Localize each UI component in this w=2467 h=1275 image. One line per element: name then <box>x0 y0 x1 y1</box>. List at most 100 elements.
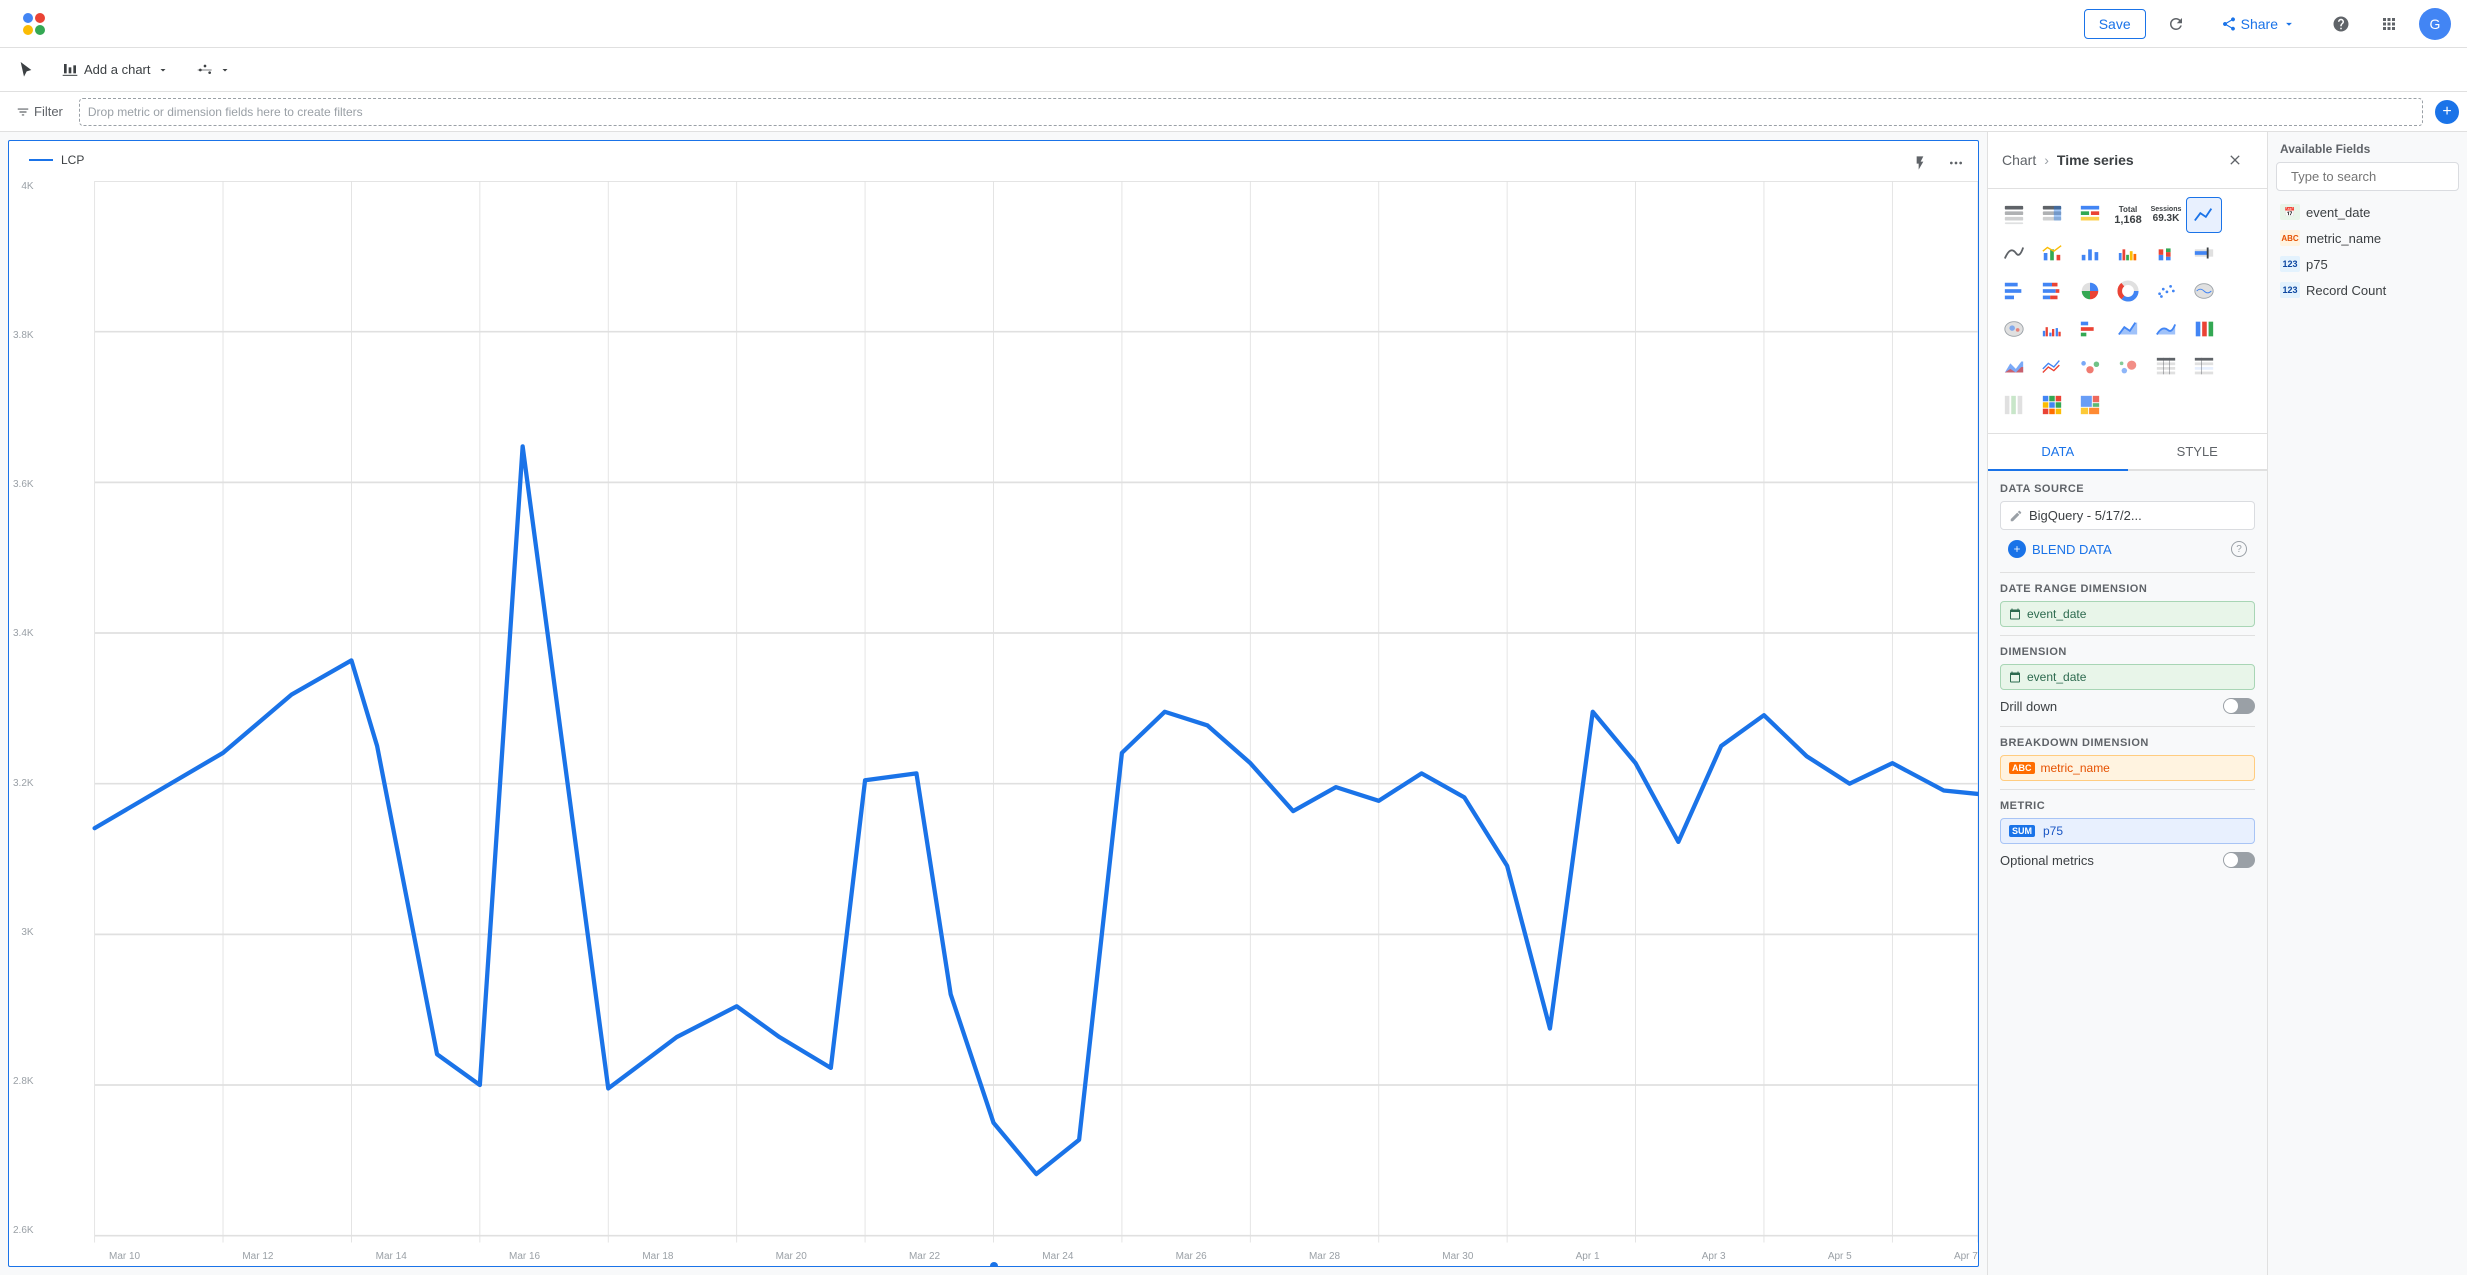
metric-field-chip[interactable]: SUM p75 <box>2000 818 2255 844</box>
field-name-p75: p75 <box>2306 257 2328 272</box>
x-label-apr5: Apr 5 <box>1828 1251 1852 1262</box>
chart-type-scatter2[interactable] <box>2072 349 2108 385</box>
chart-type-map-bubble[interactable] <box>1996 311 2032 347</box>
chart-type-area-smooth[interactable] <box>2148 311 2184 347</box>
chart-type-treemap[interactable] <box>2072 387 2108 423</box>
chart-type-bar[interactable] <box>2072 235 2108 271</box>
field-type-rbc-icon: ABC <box>2280 230 2300 246</box>
chart-type-pie[interactable] <box>2072 273 2108 309</box>
help-button[interactable] <box>2323 6 2359 42</box>
chart-type-bar-norm[interactable] <box>2186 311 2222 347</box>
add-chart-button[interactable]: Add a chart <box>52 57 179 83</box>
logo <box>16 6 52 42</box>
chart-type-table-total[interactable] <box>2034 197 2070 233</box>
chart-type-multi-bar[interactable] <box>2110 235 2146 271</box>
dimension-field-chip[interactable]: event_date <box>2000 664 2255 690</box>
chart-type-combo[interactable] <box>2034 235 2070 271</box>
filter-add-button[interactable]: + <box>2435 100 2459 124</box>
divider-2 <box>2000 635 2255 636</box>
fields-list: 📅 event_date ABC metric_name 123 p75 123… <box>2268 199 2467 1275</box>
optional-metrics-toggle[interactable] <box>2223 852 2255 868</box>
panel-close-button[interactable] <box>2217 142 2253 178</box>
refresh-button[interactable] <box>2158 6 2194 42</box>
x-label-mar14: Mar 14 <box>376 1251 407 1262</box>
resize-handle-bottom[interactable] <box>974 1262 1014 1267</box>
chart-type-table-heat[interactable] <box>2072 197 2108 233</box>
breakdown-field-chip[interactable]: ABC metric_name <box>2000 755 2255 781</box>
tab-style[interactable]: STYLE <box>2128 434 2268 469</box>
chart-type-stacked-bar[interactable] <box>2148 235 2184 271</box>
drill-down-row: Drill down <box>2000 694 2255 718</box>
user-avatar[interactable]: G <box>2419 8 2451 40</box>
field-item-record-count[interactable]: 123 Record Count <box>2276 277 2459 303</box>
chart-type-area[interactable] <box>2110 311 2146 347</box>
blend-help-icon[interactable]: ? <box>2231 541 2247 557</box>
field-item-p75[interactable]: 123 p75 <box>2276 251 2459 277</box>
chart-type-scatter[interactable] <box>2148 273 2184 309</box>
chart-type-row-3 <box>1996 273 2259 309</box>
chart-type-table2[interactable] <box>2148 349 2184 385</box>
right-panel: Chart › Time series <box>1987 132 2267 1275</box>
metric-label: Metric <box>2000 800 2255 812</box>
share-label: Share <box>2241 16 2278 32</box>
drill-down-toggle[interactable] <box>2223 698 2255 714</box>
main-layout: LCP 4K 3.8K 3.6K 3.4K 3.2K 3K 2.8K <box>0 132 2467 1275</box>
tab-data[interactable]: DATA <box>1988 434 2128 469</box>
lightning-button[interactable] <box>1906 149 1934 177</box>
x-label-mar30: Mar 30 <box>1442 1251 1473 1262</box>
chart-container[interactable]: LCP 4K 3.8K 3.6K 3.4K 3.2K 3K 2.8K <box>8 140 1979 1267</box>
chart-type-table3[interactable] <box>2186 349 2222 385</box>
chart-type-bullet[interactable] <box>2186 235 2222 271</box>
controls-button[interactable] <box>187 57 241 83</box>
chart-type-bar-stacked-h[interactable] <box>2034 273 2070 309</box>
chart-type-row-1: Total 1,168 Sessions 69.3K <box>1996 197 2259 233</box>
panel-content: Data source BigQuery - 5/17/2... BLEND D… <box>1988 471 2267 1275</box>
chart-type-smooth-line[interactable] <box>1996 235 2032 271</box>
date-range-dimension-label: Date Range Dimension <box>2000 583 2255 595</box>
panel-subtitle: Time series <box>2057 152 2134 168</box>
optional-metrics-label: Optional metrics <box>2000 853 2094 868</box>
field-item-event-date[interactable]: 📅 event_date <box>2276 199 2459 225</box>
add-chart-label: Add a chart <box>84 62 151 77</box>
chart-type-scorecard-total[interactable]: Total 1,168 <box>2110 197 2146 233</box>
chart-type-bar-side[interactable] <box>2072 311 2108 347</box>
search-input[interactable] <box>2291 169 2467 184</box>
chart-type-area-filled[interactable] <box>1996 349 2032 385</box>
chart-type-table[interactable] <box>1996 197 2032 233</box>
save-button[interactable]: Save <box>2084 9 2146 39</box>
field-item-metric-name[interactable]: ABC metric_name <box>2276 225 2459 251</box>
select-tool-button[interactable] <box>8 57 44 83</box>
filter-drop-text: Drop metric or dimension fields here to … <box>88 105 363 119</box>
chart-type-row-2 <box>1996 235 2259 271</box>
legend-line <box>29 159 53 161</box>
chart-type-bubble[interactable] <box>2110 349 2146 385</box>
chart-type-bar-h[interactable] <box>1996 273 2032 309</box>
blend-data-label: BLEND DATA <box>2032 542 2112 557</box>
chart-type-map-geo[interactable] <box>2186 273 2222 309</box>
data-source-row[interactable]: BigQuery - 5/17/2... <box>2000 501 2255 530</box>
top-nav: Save Share G <box>0 0 2467 48</box>
chart-type-row-5 <box>1996 349 2259 385</box>
chart-type-donut[interactable] <box>2110 273 2146 309</box>
grid-button[interactable] <box>2371 6 2407 42</box>
filter-drop-zone[interactable]: Drop metric or dimension fields here to … <box>79 98 2423 126</box>
chart-type-scorecard-sessions[interactable]: Sessions 69.3K <box>2148 197 2184 233</box>
blend-data-row[interactable]: BLEND DATA ? <box>2000 534 2255 564</box>
chart-area: LCP 4K 3.8K 3.6K 3.4K 3.2K 3K 2.8K <box>0 132 1987 1275</box>
chart-type-heatmap[interactable] <box>2034 387 2070 423</box>
filter-bar: Filter Drop metric or dimension fields h… <box>0 92 2467 132</box>
chart-type-line-multi[interactable] <box>2034 349 2070 385</box>
x-label-apr1: Apr 1 <box>1576 1251 1600 1262</box>
field-type-123-icon-2: 123 <box>2280 282 2300 298</box>
field-name-record-count: Record Count <box>2306 283 2386 298</box>
x-label-mar16: Mar 16 <box>509 1251 540 1262</box>
date-range-field-chip[interactable]: event_date <box>2000 601 2255 627</box>
chart-type-bar-grouped[interactable] <box>2034 311 2070 347</box>
x-label-mar28: Mar 28 <box>1309 1251 1340 1262</box>
x-label-mar10: Mar 10 <box>109 1251 140 1262</box>
chart-type-table4[interactable] <box>1996 387 2032 423</box>
chart-type-time-series[interactable] <box>2186 197 2222 233</box>
share-button[interactable]: Share <box>2206 9 2311 39</box>
chart-svg <box>9 181 1978 1243</box>
more-button[interactable] <box>1942 149 1970 177</box>
